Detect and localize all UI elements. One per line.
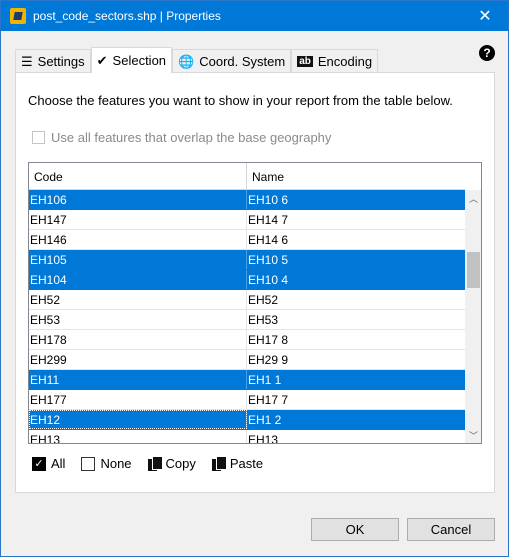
cell-code: EH105 — [29, 250, 247, 269]
cell-code: EH13 — [29, 430, 247, 443]
select-all-button[interactable]: ✓ All — [32, 456, 65, 471]
tab-coord-system[interactable]: 🌐 Coord. System — [172, 49, 292, 73]
checked-box-icon: ✓ — [32, 456, 46, 471]
select-none-button[interactable]: None — [81, 456, 132, 471]
selection-actions: ✓ All None Copy Paste — [32, 456, 263, 471]
cell-code: EH299 — [29, 350, 247, 369]
copy-icon — [147, 456, 163, 471]
cell-name: EH52 — [248, 292, 279, 307]
title-bar[interactable]: post_code_sectors.shp | Properties ✕ — [1, 1, 508, 31]
table-row[interactable]: EH13 EH13 — [29, 430, 465, 444]
cancel-button[interactable]: Cancel — [407, 518, 495, 541]
encoding-icon: ab — [297, 56, 313, 67]
list-check-icon: ☰ — [21, 53, 33, 69]
cell-name: EH1 1 — [248, 372, 282, 387]
vertical-scrollbar[interactable]: ︿ ﹀ — [465, 190, 481, 443]
table-row[interactable]: EH147 EH14 7 — [29, 210, 465, 230]
cell-code: EH146 — [29, 230, 247, 249]
all-label: All — [51, 456, 66, 471]
table-header: Code Name — [29, 163, 465, 190]
none-label: None — [100, 456, 132, 471]
properties-dialog: post_code_sectors.shp | Properties ✕ ? ☰… — [0, 0, 509, 557]
help-icon[interactable]: ? — [479, 45, 495, 61]
cell-code: EH177 — [29, 390, 247, 409]
table-row[interactable]: EH178 EH17 8 — [29, 330, 465, 350]
instruction-text: Choose the features you want to show in … — [28, 93, 453, 108]
paste-button[interactable]: Paste — [211, 456, 264, 471]
tab-settings[interactable]: ☰ Settings — [15, 49, 91, 73]
app-icon — [10, 8, 26, 24]
cell-code: EH147 — [29, 210, 247, 229]
scroll-thumb[interactable] — [467, 252, 480, 288]
cell-name: EH53 — [248, 312, 279, 327]
cell-code: EH11 — [29, 370, 247, 389]
cell-name: EH17 7 — [248, 392, 289, 407]
tab-label: Coord. System — [199, 54, 286, 69]
table-row[interactable]: EH106 EH10 6 — [29, 190, 465, 210]
close-icon[interactable]: ✕ — [462, 1, 508, 31]
tab-label: Settings — [37, 54, 85, 69]
tab-selection[interactable]: ✔ Selection — [90, 47, 173, 73]
copy-label: Copy — [165, 456, 196, 471]
selection-panel: Choose the features you want to show in … — [15, 72, 495, 493]
column-header-code[interactable]: Code — [29, 163, 247, 190]
tab-encoding[interactable]: ab Encoding — [291, 49, 379, 73]
cell-code: EH106 — [29, 190, 247, 209]
cell-name: EH17 8 — [248, 332, 289, 347]
table-row[interactable]: EH177 EH17 7 — [29, 390, 465, 410]
column-header-name[interactable]: Name — [247, 163, 465, 190]
cell-name: EH10 5 — [248, 252, 289, 267]
table-body: EH106 EH10 6 EH147 EH14 7 EH146 EH14 6 EH105 EH… — [29, 190, 465, 444]
cell-code: EH104 — [29, 270, 247, 289]
table-row[interactable]: EH299 EH29 9 — [29, 350, 465, 370]
table-row[interactable]: EH146 EH14 6 — [29, 230, 465, 250]
cell-name: EH29 9 — [248, 352, 289, 367]
ok-button[interactable]: OK — [311, 518, 399, 541]
checkmark-icon: ✔ — [96, 52, 108, 68]
tab-label: Encoding — [317, 54, 373, 69]
table-row[interactable]: EH52 EH52 — [29, 290, 465, 310]
cell-code: EH52 — [29, 290, 247, 309]
cell-name: EH14 6 — [248, 232, 289, 247]
cell-code: EH12 — [29, 410, 247, 429]
copy-button[interactable]: Copy — [147, 456, 196, 471]
overlap-checkbox: Use all features that overlap the base g… — [32, 130, 331, 145]
cell-code: EH178 — [29, 330, 247, 349]
overlap-label: Use all features that overlap the base g… — [51, 130, 332, 145]
table-row[interactable]: EH104 EH10 4 — [29, 270, 465, 290]
scroll-down-icon[interactable]: ﹀ — [465, 427, 481, 443]
cell-name: EH13 — [248, 432, 279, 444]
table-row[interactable]: EH12 EH1 2 — [29, 410, 465, 430]
cell-name: EH14 7 — [248, 212, 289, 227]
window-title: post_code_sectors.shp | Properties — [33, 9, 221, 23]
tab-label: Selection — [112, 53, 167, 68]
table-row[interactable]: EH11 EH1 1 — [29, 370, 465, 390]
scroll-up-icon[interactable]: ︿ — [465, 190, 481, 207]
checkbox-box — [32, 131, 45, 144]
globe-icon: 🌐 — [178, 53, 195, 69]
table-row[interactable]: EH53 EH53 — [29, 310, 465, 330]
cell-name: EH10 4 — [248, 272, 289, 287]
table-row[interactable]: EH105 EH10 5 — [29, 250, 465, 270]
paste-icon — [211, 456, 227, 471]
tab-bar: ☰ Settings ✔ Selection 🌐 Coord. System a… — [15, 47, 379, 73]
empty-box-icon — [81, 456, 96, 471]
cell-name: EH10 6 — [248, 192, 289, 207]
paste-label: Paste — [229, 456, 264, 471]
features-table: Code Name EH106 EH10 6 EH147 EH14 7 EH146 EH1… — [28, 162, 482, 444]
cell-name: EH1 2 — [248, 412, 282, 427]
cell-code: EH53 — [29, 310, 247, 329]
